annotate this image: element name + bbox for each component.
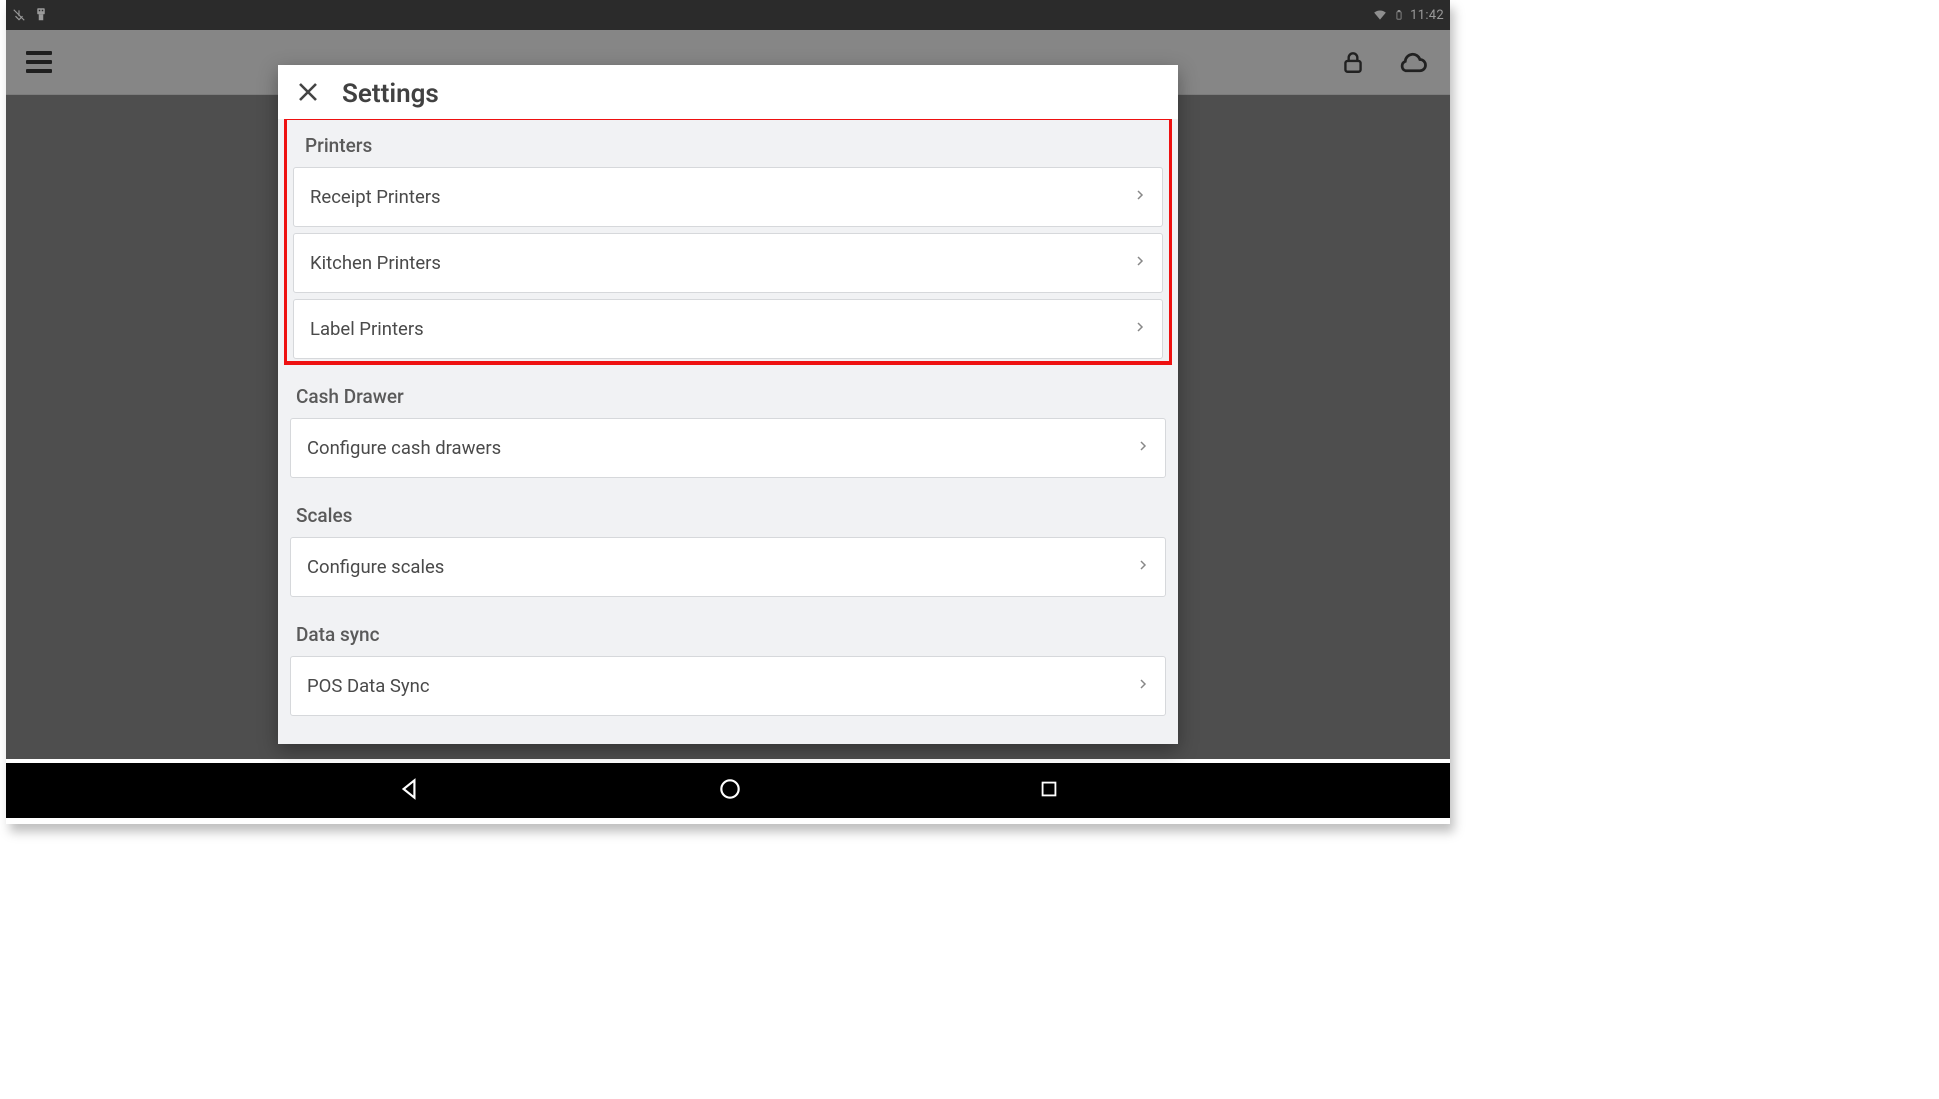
battery-icon [1394,7,1404,23]
android-status-bar: 11:42 [6,0,1450,30]
printers-section-highlight: Printers Receipt Printers Kitchen Printe… [284,119,1172,365]
modal-body: Printers Receipt Printers Kitchen Printe… [278,119,1178,744]
item-kitchen-printers[interactable]: Kitchen Printers [293,233,1163,293]
chevron-right-icon [1134,319,1146,339]
section-scales: Scales Configure scales [278,484,1178,597]
section-data-sync: Data sync POS Data Sync [278,603,1178,716]
nav-home-icon[interactable] [717,776,743,806]
item-label: Configure scales [307,556,444,578]
item-label: Label Printers [310,318,424,340]
item-pos-data-sync[interactable]: POS Data Sync [290,656,1166,716]
item-label-printers[interactable]: Label Printers [293,299,1163,359]
settings-modal: Settings Printers Receipt Printers Kitch… [278,65,1178,744]
section-printers: Printers Receipt Printers Kitchen Printe… [287,120,1169,359]
item-configure-scales[interactable]: Configure scales [290,537,1166,597]
nav-recent-icon[interactable] [1038,778,1060,804]
status-clock: 11:42 [1410,8,1444,23]
status-right: 11:42 [1372,7,1444,23]
chevron-right-icon [1137,557,1149,577]
section-header-scales: Scales [278,484,1178,537]
item-label: POS Data Sync [307,675,430,697]
item-receipt-printers[interactable]: Receipt Printers [293,167,1163,227]
chevron-right-icon [1134,187,1146,207]
status-left [12,6,50,24]
download-off-icon [12,8,26,22]
android-nav-bar [6,763,1450,818]
section-header-data-sync: Data sync [278,603,1178,656]
section-header-cash-drawer: Cash Drawer [278,365,1178,418]
chevron-right-icon [1137,438,1149,458]
section-cash-drawer: Cash Drawer Configure cash drawers [278,365,1178,478]
modal-header: Settings [278,65,1178,119]
close-icon[interactable] [296,80,320,109]
item-label: Kitchen Printers [310,252,441,274]
wifi-icon [1372,8,1388,22]
item-label: Receipt Printers [310,186,441,208]
section-header-printers: Printers [287,120,1169,167]
nav-back-icon[interactable] [396,776,422,806]
chevron-right-icon [1134,253,1146,273]
chevron-right-icon [1137,676,1149,696]
item-configure-cash-drawers[interactable]: Configure cash drawers [290,418,1166,478]
item-label: Configure cash drawers [307,437,501,459]
usb-icon [32,6,50,24]
modal-title: Settings [342,79,439,109]
